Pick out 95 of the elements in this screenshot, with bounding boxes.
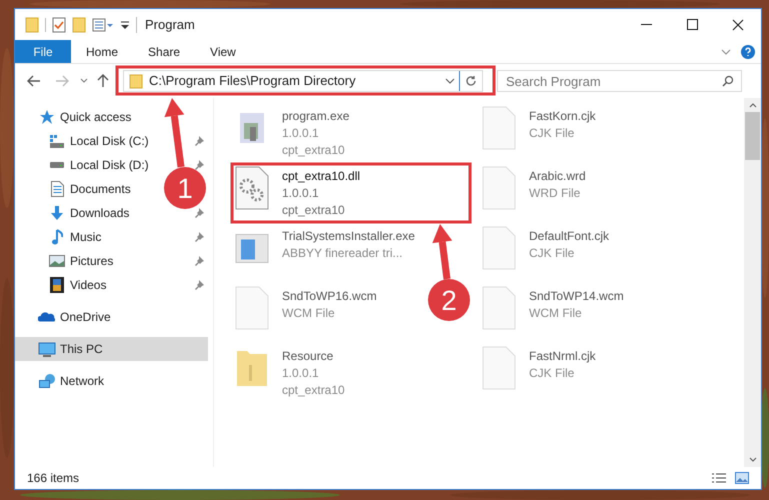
- nav-item[interactable]: Pictures: [70, 252, 114, 270]
- item-count: 166 items: [27, 470, 80, 487]
- file-detail: WCM File: [529, 305, 583, 322]
- maximize-icon: [686, 19, 698, 30]
- nav-item[interactable]: Videos: [70, 276, 106, 294]
- blank-file-icon: [482, 166, 516, 210]
- scroll-up-icon[interactable]: [748, 103, 756, 108]
- scroll-down-icon[interactable]: [748, 457, 756, 462]
- pin-icon[interactable]: [194, 208, 204, 218]
- dropdown-icon[interactable]: [120, 18, 130, 30]
- folder-icon: [237, 350, 267, 386]
- blank-file-icon: [482, 106, 516, 150]
- address-field[interactable]: C:\Program Files\Program Directory: [123, 70, 483, 92]
- ribbon-tab[interactable]: Share: [133, 40, 196, 63]
- drive-icon: [50, 162, 64, 168]
- ribbon-tab[interactable]: File: [15, 40, 71, 63]
- pin-icon[interactable]: [194, 280, 204, 290]
- blank-file-icon: [482, 346, 516, 390]
- pin-icon[interactable]: [194, 256, 204, 266]
- blank-file-icon: [482, 226, 516, 270]
- file-detail: CJK File: [529, 365, 576, 382]
- nav-item[interactable]: Quick access: [60, 108, 132, 126]
- back-arrow-icon[interactable]: [27, 75, 41, 87]
- music-note-icon: [52, 229, 62, 245]
- file-name[interactable]: SndToWP14.wcm: [529, 288, 624, 305]
- nav-item[interactable]: Music: [70, 228, 102, 246]
- ribbon-tab[interactable]: Home: [71, 40, 134, 63]
- document-icon: [50, 181, 64, 197]
- file-name[interactable]: program.exe: [282, 108, 350, 125]
- application-icon: [240, 113, 264, 143]
- tiles-view-icon[interactable]: [735, 472, 749, 484]
- pin-icon[interactable]: [194, 160, 204, 170]
- file-name[interactable]: SndToWP16.wcm: [282, 288, 377, 305]
- file-detail: ABBYY finereader tri...: [282, 245, 404, 262]
- pointer-arrow: [164, 98, 184, 168]
- file-name[interactable]: TrialSystemsInstaller.exe: [282, 228, 415, 245]
- file-name[interactable]: Resource: [282, 348, 345, 365]
- minimize-icon: [640, 24, 652, 25]
- file-detail: CJK File: [529, 245, 576, 262]
- window-title: Program: [145, 16, 195, 34]
- film-icon: [50, 277, 64, 293]
- step-badge: 1: [164, 167, 206, 209]
- file-detail: cpt_extra10: [282, 142, 346, 159]
- close-icon: [732, 18, 744, 30]
- gear-file-icon: [235, 166, 269, 210]
- nav-item[interactable]: Downloads: [70, 204, 130, 222]
- chevron-down-icon[interactable]: [721, 48, 731, 54]
- pin-icon[interactable]: [194, 136, 204, 146]
- chevron-down-icon[interactable]: [445, 78, 455, 84]
- file-detail: 1.0.0.1: [282, 185, 320, 202]
- help-icon[interactable]: [741, 44, 755, 58]
- file-detail: WRD File: [529, 185, 582, 202]
- drive-icon: [50, 134, 64, 148]
- address-path: C:\Program Files\Program Directory: [149, 72, 356, 90]
- down-arrow-icon: [49, 206, 65, 220]
- nav-item[interactable]: Documents: [70, 180, 131, 198]
- checklist-icon[interactable]: [52, 16, 66, 32]
- file-name[interactable]: cpt_extra10.dll: [282, 168, 360, 185]
- step-badge: 2: [428, 279, 470, 321]
- file-detail: 1.0.0.1: [282, 365, 320, 382]
- ribbon-tab[interactable]: View: [195, 40, 251, 63]
- nav-item[interactable]: OneDrive: [60, 308, 111, 326]
- scrollbar[interactable]: [744, 98, 761, 467]
- window-icon: [235, 234, 269, 262]
- file-name[interactable]: Arabic.wrd: [529, 168, 586, 185]
- nav-item[interactable]: Local Disk (C:): [70, 132, 149, 150]
- blank-file-icon: [482, 286, 516, 330]
- recent-dropdown-icon[interactable]: [80, 78, 88, 84]
- file-detail: cpt_extra10: [282, 382, 345, 399]
- pointer-arrow: [432, 224, 452, 280]
- file-name[interactable]: FastNrml.cjk: [529, 348, 596, 365]
- folder-icon: [129, 74, 143, 88]
- search-field[interactable]: Search Program: [497, 70, 742, 92]
- file-detail: WCM File: [282, 305, 336, 322]
- search-icon[interactable]: [722, 75, 734, 87]
- file-detail: 1.0.0.1: [282, 125, 320, 142]
- landscape-icon: [49, 255, 65, 267]
- file-detail: CJK File: [529, 125, 576, 142]
- nav-item[interactable]: Network: [60, 372, 104, 390]
- properties-icon[interactable]: [92, 16, 114, 32]
- file-name[interactable]: FastKorn.cjk: [529, 108, 596, 125]
- nav-item[interactable]: This PC: [15, 337, 208, 361]
- file-name[interactable]: DefaultFont.cjk: [529, 228, 610, 245]
- pin-icon[interactable]: [194, 232, 204, 242]
- up-arrow-icon[interactable]: [97, 74, 109, 88]
- nav-item[interactable]: Local Disk (D:): [70, 156, 149, 174]
- star-icon: [39, 110, 55, 124]
- details-view-icon[interactable]: [711, 472, 727, 484]
- refresh-icon[interactable]: [465, 75, 477, 87]
- blank-file-icon: [235, 286, 269, 330]
- cloud-icon: [38, 312, 56, 322]
- scroll-thumb[interactable]: [745, 112, 760, 160]
- file-detail: cpt_extra10: [282, 202, 346, 219]
- monitor-icon: [38, 342, 56, 356]
- network-icon: [38, 374, 56, 388]
